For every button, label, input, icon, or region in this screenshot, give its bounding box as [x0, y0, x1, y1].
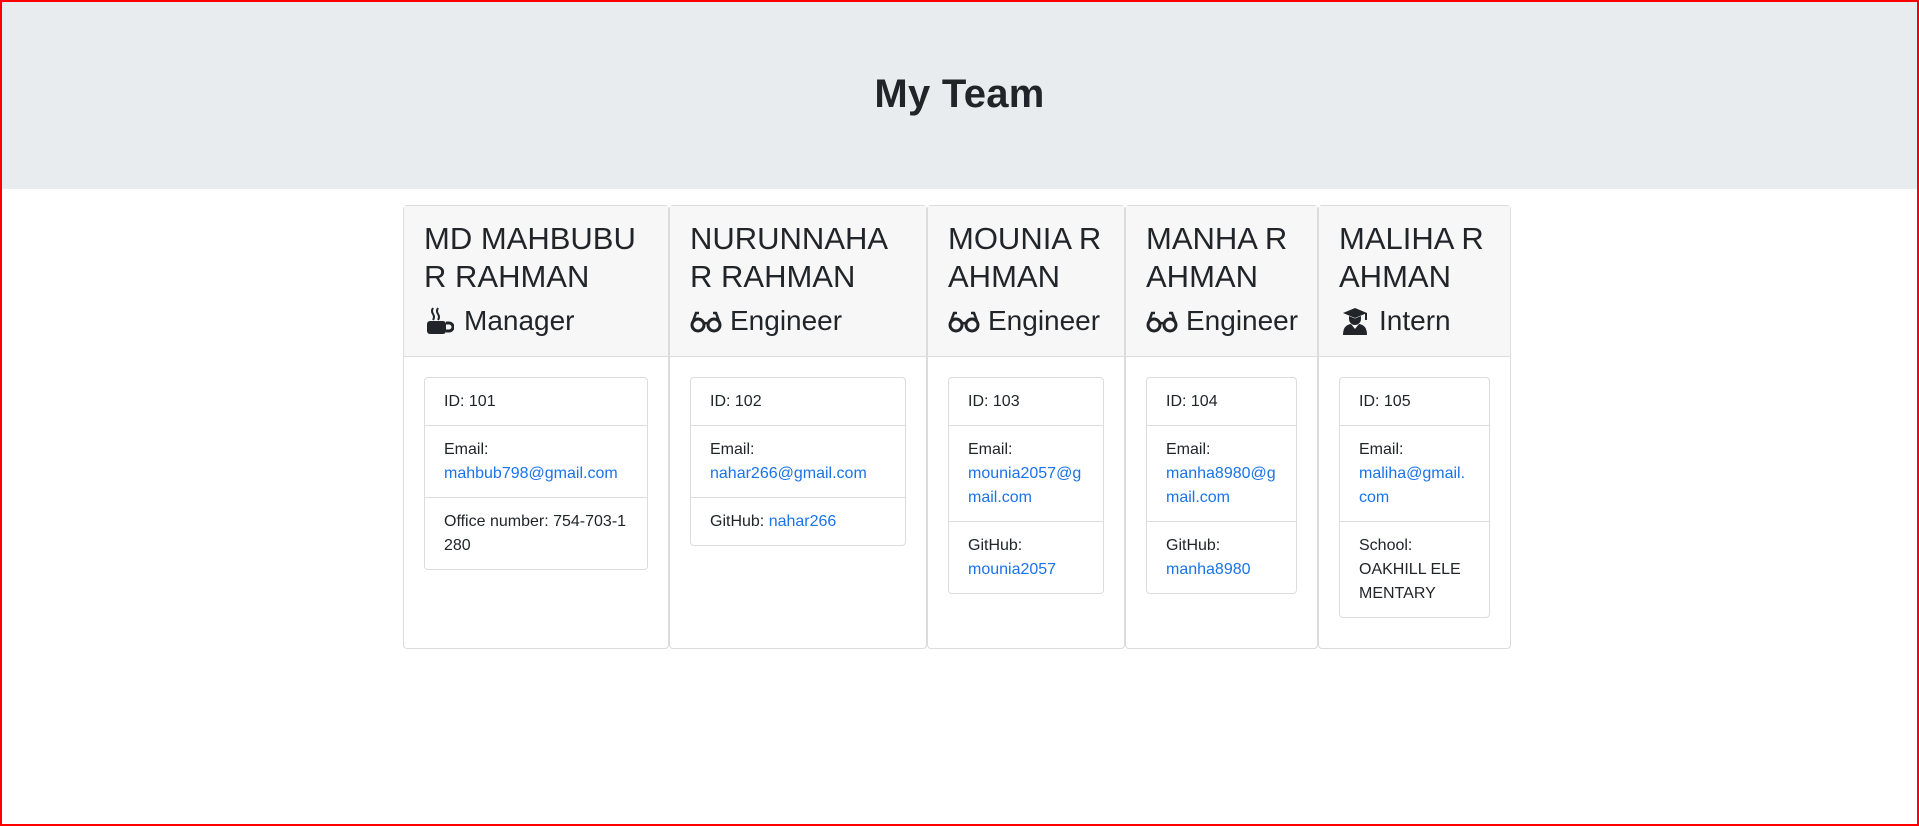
- employee-id: ID: 102: [691, 378, 905, 426]
- employee-name: MANHA RAHMAN: [1146, 221, 1288, 294]
- github-link[interactable]: manha8980: [1166, 561, 1251, 578]
- employee-card-intern: MALIHA RAHMAN Intern ID: 105 Email: mali…: [1318, 205, 1511, 649]
- email-link[interactable]: nahar266@gmail.com: [710, 465, 867, 482]
- card-body: ID: 101 Email: mahbub798@gmail.com Offic…: [404, 357, 668, 598]
- employee-id: ID: 104: [1147, 378, 1296, 426]
- employee-details: ID: 104 Email: manha8980@gmail.com GitHu…: [1146, 377, 1297, 594]
- card-body: ID: 102 Email: nahar266@gmail.com GitHub…: [670, 357, 926, 574]
- employee-email-row: Email: nahar266@gmail.com: [691, 426, 905, 498]
- email-link[interactable]: mahbub798@gmail.com: [444, 465, 618, 482]
- user-graduate-icon: [1339, 306, 1371, 336]
- page-header: My Team: [0, 0, 1919, 189]
- mug-hot-icon: [424, 306, 456, 336]
- github-link[interactable]: nahar266: [769, 513, 837, 530]
- employee-role-label: Engineer: [988, 305, 1101, 336]
- employee-role: Engineer: [948, 304, 1104, 338]
- email-link[interactable]: manha8980@gmail.com: [1166, 465, 1276, 506]
- email-label: Email:: [444, 441, 489, 458]
- email-label: Email:: [1166, 441, 1211, 458]
- card-header: MALIHA RAHMAN Intern: [1319, 206, 1510, 357]
- employee-details: ID: 102 Email: nahar266@gmail.com GitHub…: [690, 377, 906, 546]
- glasses-icon: [1146, 306, 1178, 336]
- employee-role-label: Intern: [1379, 305, 1451, 336]
- github-link[interactable]: mounia2057: [968, 561, 1056, 578]
- employee-card-engineer: NURUNNAHAR RAHMAN Engineer ID: 102 Email…: [669, 205, 927, 649]
- card-header: MANHA RAHMAN Engineer: [1126, 206, 1317, 357]
- github-label: GitHub:: [968, 537, 1023, 554]
- employee-name: MD MAHBUBUR RAHMAN: [424, 221, 636, 294]
- employee-role-label: Engineer: [1186, 305, 1299, 336]
- email-link[interactable]: maliha@gmail.com: [1359, 465, 1465, 506]
- glasses-icon: [948, 306, 980, 336]
- employee-details: ID: 101 Email: mahbub798@gmail.com Offic…: [424, 377, 648, 570]
- employee-role: Intern: [1339, 304, 1490, 338]
- employee-role-label: Manager: [464, 305, 575, 336]
- email-label: Email:: [710, 441, 755, 458]
- email-label: Email:: [968, 441, 1013, 458]
- card-header: NURUNNAHAR RAHMAN Engineer: [670, 206, 926, 357]
- employee-email-row: Email: maliha@gmail.com: [1340, 426, 1489, 522]
- employee-id: ID: 103: [949, 378, 1103, 426]
- employee-role: Manager: [424, 304, 648, 338]
- employee-details: ID: 103 Email: mounia2057@gmail.com GitH…: [948, 377, 1104, 594]
- employee-id: ID: 105: [1340, 378, 1489, 426]
- email-link[interactable]: mounia2057@gmail.com: [968, 465, 1081, 506]
- card-body: ID: 104 Email: manha8980@gmail.com GitHu…: [1126, 357, 1317, 622]
- employee-card-manager: MD MAHBUBUR RAHMAN Manager ID: 101 Email…: [403, 205, 669, 649]
- employee-card-engineer: MOUNIA RAHMAN Engineer ID: 103 Email: mo…: [927, 205, 1125, 649]
- employee-details: ID: 105 Email: maliha@gmail.com School: …: [1339, 377, 1490, 618]
- card-body: ID: 105 Email: maliha@gmail.com School: …: [1319, 357, 1510, 646]
- employee-name: MOUNIA RAHMAN: [948, 221, 1102, 294]
- card-body: ID: 103 Email: mounia2057@gmail.com GitH…: [928, 357, 1124, 622]
- school-value: OAKHILL ELEMENTARY: [1359, 561, 1461, 602]
- github-row: GitHub: nahar266: [691, 498, 905, 545]
- employee-card-engineer: MANHA RAHMAN Engineer ID: 104 Email: man…: [1125, 205, 1318, 649]
- office-number-row: Office number: 754-703-1280: [425, 498, 647, 569]
- page-title: My Team: [874, 72, 1045, 116]
- employee-email-row: Email: manha8980@gmail.com: [1147, 426, 1296, 522]
- employee-name: NURUNNAHAR RAHMAN: [690, 221, 889, 294]
- school-row: School: OAKHILL ELEMENTARY: [1340, 522, 1489, 617]
- employee-email-row: Email: mounia2057@gmail.com: [949, 426, 1103, 522]
- team-container: MD MAHBUBUR RAHMAN Manager ID: 101 Email…: [403, 205, 1511, 649]
- office-number-label: Office number:: [444, 513, 549, 530]
- employee-role: Engineer: [1146, 304, 1299, 338]
- employee-name: MALIHA RAHMAN: [1339, 221, 1484, 294]
- email-label: Email:: [1359, 441, 1404, 458]
- github-label: GitHub:: [1166, 537, 1221, 554]
- employee-id: ID: 101: [425, 378, 647, 426]
- card-header: MD MAHBUBUR RAHMAN Manager: [404, 206, 668, 357]
- github-row: GitHub: mounia2057: [949, 522, 1103, 593]
- school-label: School:: [1359, 537, 1413, 554]
- employee-email-row: Email: mahbub798@gmail.com: [425, 426, 647, 498]
- card-header: MOUNIA RAHMAN Engineer: [928, 206, 1124, 357]
- glasses-icon: [690, 306, 722, 336]
- employee-role: Engineer: [690, 304, 906, 338]
- github-row: GitHub: manha8980: [1147, 522, 1296, 593]
- employee-role-label: Engineer: [730, 305, 843, 336]
- github-label: GitHub:: [710, 513, 765, 530]
